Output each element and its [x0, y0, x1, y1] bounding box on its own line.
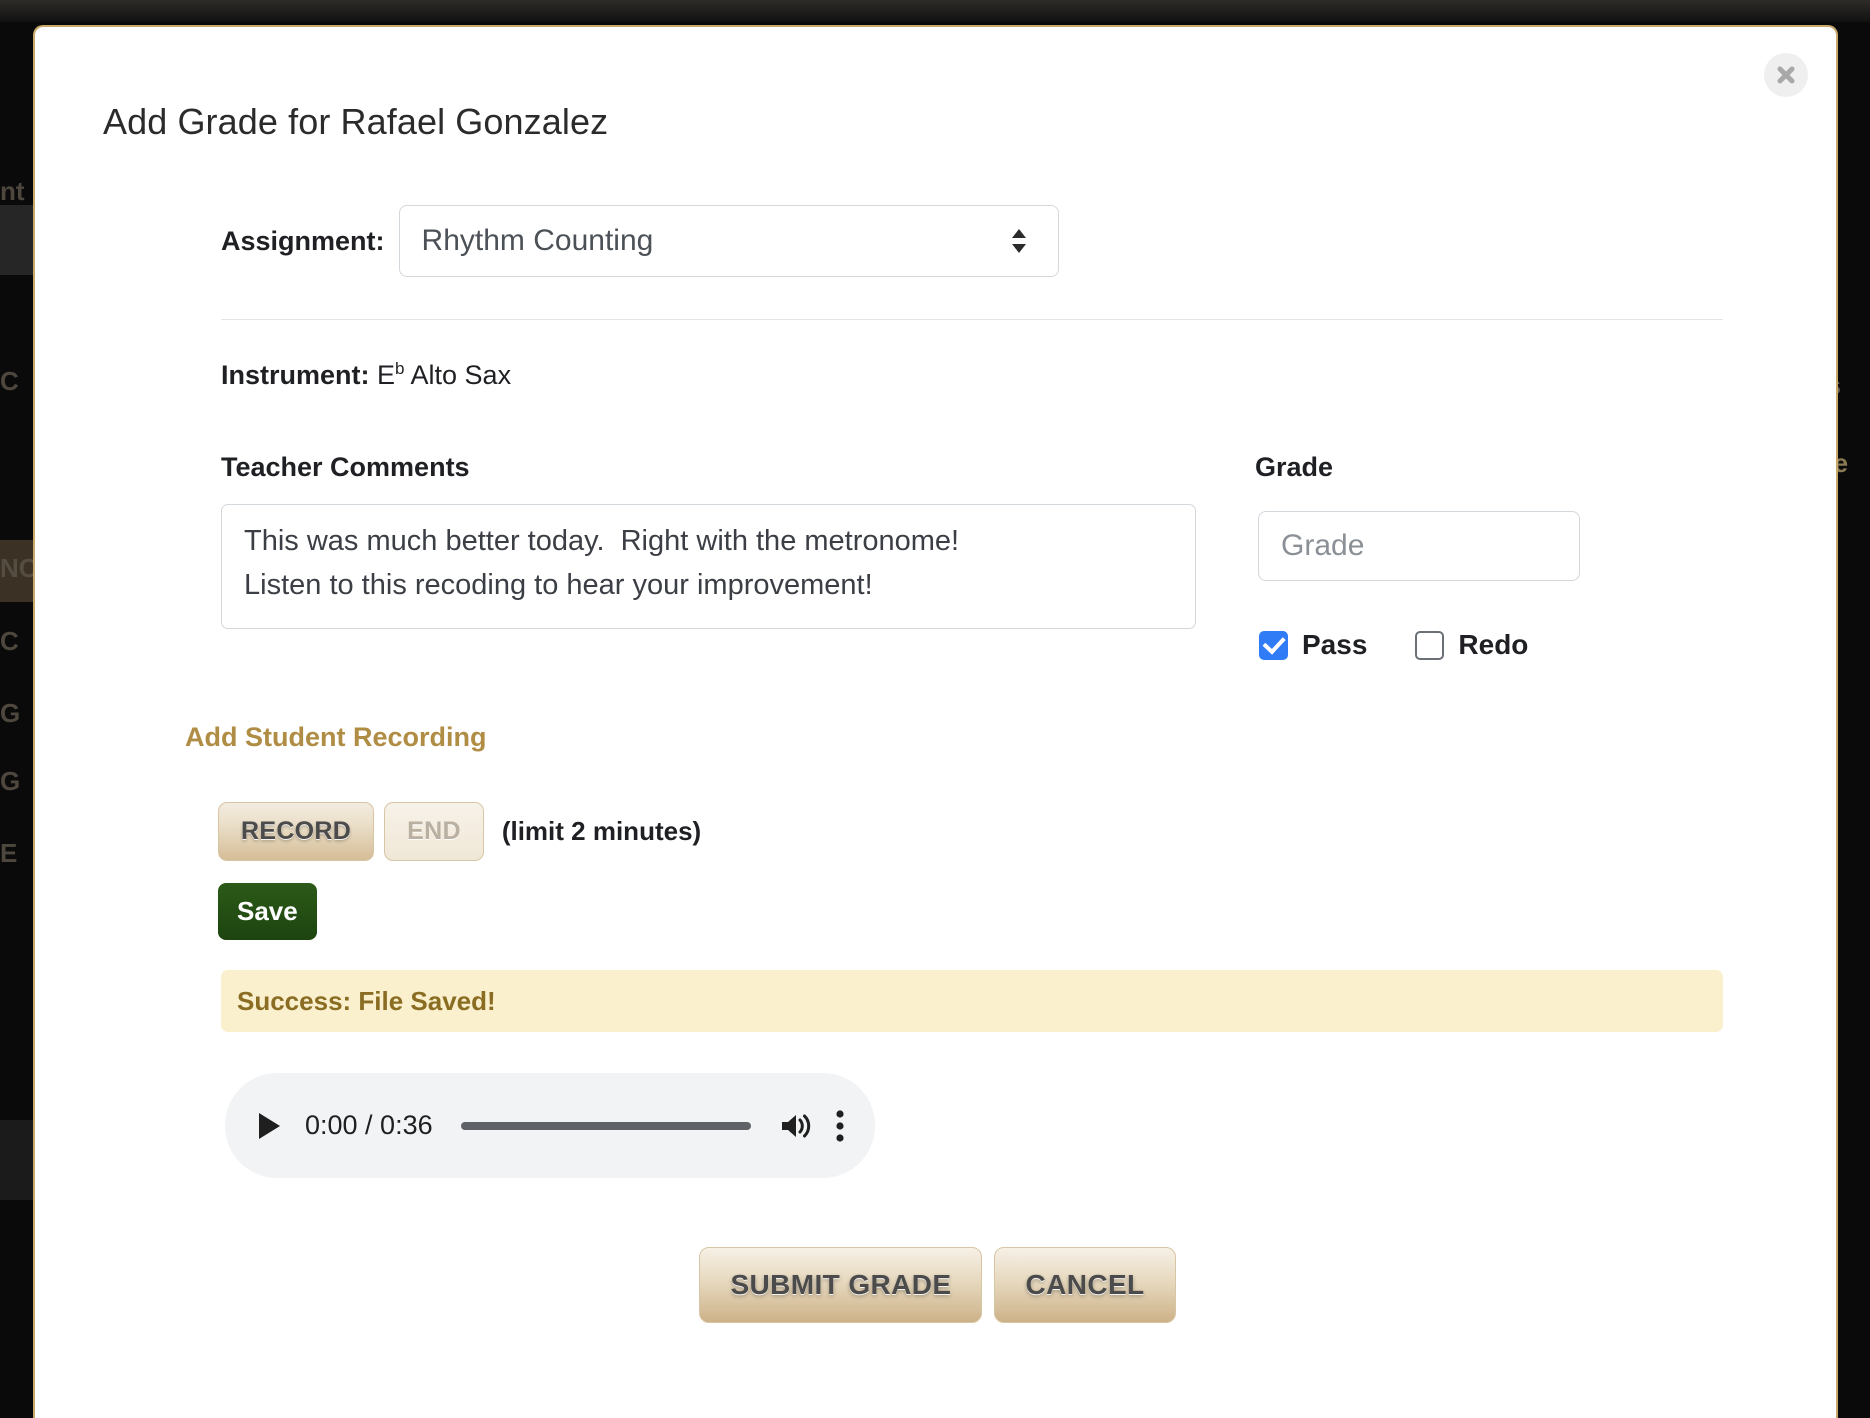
footer-actions: SUBMIT GRADE CANCEL	[35, 1247, 1836, 1323]
assignment-selected-value: Rhythm Counting	[421, 224, 654, 257]
redo-checkbox[interactable]: Redo	[1415, 629, 1528, 661]
save-recording-button[interactable]: Save	[218, 883, 317, 940]
play-triangle-icon	[259, 1112, 280, 1139]
chevron-up-down-icon	[1010, 226, 1028, 256]
add-student-recording-heading: Add Student Recording	[185, 722, 487, 752]
recording-limit-note: (limit 2 minutes)	[501, 816, 702, 846]
chevron-up-down-glyph	[1011, 229, 1026, 253]
record-button[interactable]: RECORD	[218, 802, 375, 861]
assignment-select[interactable]: Rhythm Counting	[398, 205, 1059, 277]
add-grade-modal: Add Grade for Rafael Gonzalez Assignment…	[33, 25, 1838, 1418]
pass-checkbox[interactable]: Pass	[1259, 629, 1367, 661]
grade-input[interactable]	[1258, 511, 1580, 581]
instrument-label: Instrument:	[221, 360, 370, 390]
instrument-line: Instrument: Eb Alto Sax	[221, 359, 511, 391]
instrument-name: Alto Sax	[404, 360, 512, 390]
assignment-label: Assignment:	[221, 225, 385, 256]
page-title: Add Grade for Rafael Gonzalez	[103, 101, 609, 143]
assignment-row: Assignment: Rhythm Counting	[221, 205, 1059, 277]
close-icon[interactable]	[1764, 53, 1808, 97]
instrument-accidental: b	[395, 359, 405, 378]
audio-progress-slider[interactable]	[460, 1121, 751, 1130]
end-button[interactable]: END	[384, 802, 484, 861]
three-dot-menu-icon	[836, 1109, 844, 1142]
play-icon[interactable]	[255, 1111, 283, 1141]
more-vertical-icon[interactable]	[835, 1109, 845, 1143]
volume-high-icon[interactable]	[779, 1111, 813, 1141]
redo-checkbox-box[interactable]	[1415, 630, 1445, 660]
pass-checkbox-box[interactable]	[1259, 630, 1288, 660]
audio-time-display: 0:00 / 0:36	[305, 1110, 433, 1140]
redo-checkbox-label: Redo	[1458, 629, 1529, 660]
pass-checkbox-label: Pass	[1302, 629, 1368, 660]
section-divider	[221, 319, 1723, 320]
audio-player: 0:00 / 0:36	[225, 1073, 875, 1178]
volume-glyph-icon	[782, 1114, 811, 1137]
cancel-button[interactable]: CANCEL	[994, 1247, 1176, 1323]
teacher-comments-input[interactable]	[221, 504, 1196, 629]
backdrop-topbar	[0, 0, 1870, 22]
grade-label: Grade	[1255, 452, 1334, 482]
grade-status-checkboxes: Pass Redo	[1259, 629, 1528, 661]
instrument-note: E	[377, 360, 396, 390]
recording-controls: RECORD END (limit 2 minutes)	[218, 802, 701, 861]
status-badge: Success: File Saved!	[221, 970, 1723, 1032]
close-x-icon	[1777, 66, 1795, 84]
teacher-comments-label: Teacher Comments	[221, 452, 470, 482]
submit-grade-button[interactable]: SUBMIT GRADE	[699, 1247, 983, 1323]
